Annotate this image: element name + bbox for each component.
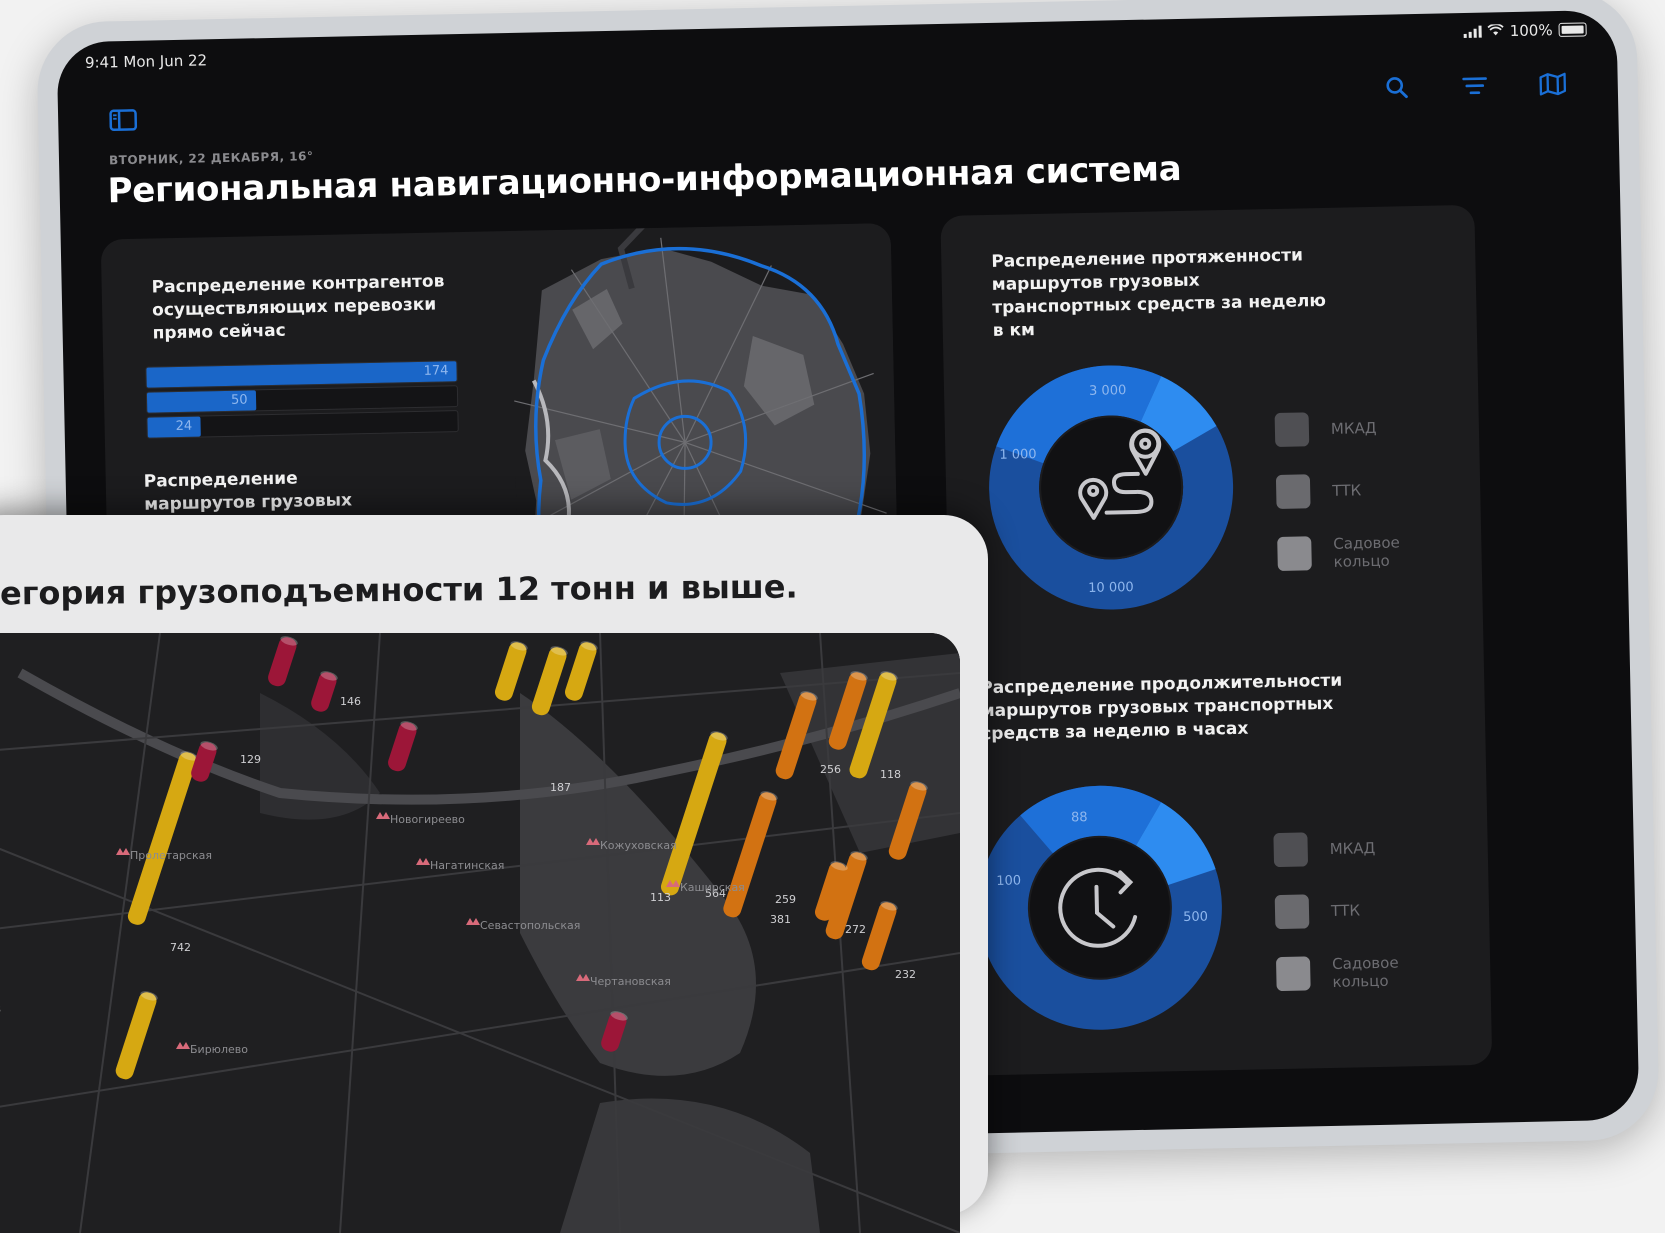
map-icon[interactable]: [1537, 69, 1568, 100]
length-donut-svg: 3 000 1 000 10 000: [984, 360, 1239, 615]
map-place-label: Чертановская: [590, 975, 671, 988]
donut-label: 100: [996, 873, 1021, 889]
legend-label: ТТК: [1331, 900, 1421, 920]
bar-value: 24: [175, 419, 192, 434]
map-place-label: Бирюлево: [190, 1043, 248, 1056]
bar-value: 174: [424, 363, 449, 379]
filter-icon[interactable]: [1459, 70, 1490, 101]
legend-swatch: [1275, 412, 1310, 447]
legend-swatch: [1276, 474, 1311, 509]
length-donut-chart[interactable]: 3 000 1 000 10 000: [984, 360, 1239, 619]
legend-item[interactable]: МКАД: [1274, 396, 1421, 461]
bar-fill: [146, 361, 456, 387]
card-routes-stats: Распределение протяженности маршрутов гр…: [940, 205, 1492, 1076]
map-number-label: 232: [895, 968, 916, 981]
map-place-label: Севастопольская: [480, 919, 580, 932]
date-label: ВТОРНИК, 22 ДЕКАБРЯ, 16°: [109, 149, 314, 167]
bar-value: 50: [231, 393, 248, 408]
duration-donut-svg: 88 100 500: [972, 780, 1227, 1035]
contractors-title: Распределение контрагентов осуществляющи…: [151, 270, 452, 345]
signal-icon: [1464, 26, 1482, 38]
donut-label: 10 000: [1088, 580, 1134, 596]
duration-chart-title: Распределение продолжительности маршруто…: [980, 669, 1361, 746]
legend-item[interactable]: ТТК: [1276, 458, 1423, 523]
map-place-label: Пролетарская: [130, 849, 212, 862]
map-number-label: 129: [240, 753, 261, 766]
overlay-card: егория грузоподъемности 12 тонн и выше. …: [0, 515, 988, 1215]
status-bar: 9:41 Mon Jun 22 100%: [85, 20, 1587, 73]
wifi-icon: [1488, 22, 1504, 40]
bar-row: 174: [145, 360, 457, 389]
legend-swatch: [1275, 894, 1310, 929]
map-place-label: Новогиреево: [390, 813, 465, 826]
map-number-label: 381: [770, 913, 791, 926]
duration-donut-chart[interactable]: 88 100 500: [972, 780, 1227, 1039]
bar-row: 50: [146, 385, 458, 414]
map-number-label: 118: [880, 768, 901, 781]
map-number-label: 742: [170, 941, 191, 954]
map-place-label: Кожуховская: [600, 839, 677, 852]
legend-item[interactable]: ТТК: [1274, 878, 1421, 943]
donut-label: 500: [1183, 910, 1208, 926]
legend-label: Садовое кольцо: [1332, 953, 1423, 991]
map-number-label: 298: [0, 1003, 1, 1016]
status-indicators: 100%: [1464, 20, 1587, 41]
map-number-label: 259: [775, 893, 796, 906]
legend-item[interactable]: МКАД: [1273, 816, 1420, 881]
bar-fill: [147, 417, 200, 438]
battery-icon: [1558, 22, 1586, 37]
legend-label: Садовое кольцо: [1333, 533, 1424, 571]
status-time: 9:41 Mon Jun 22: [85, 51, 207, 72]
length-chart-title: Распределение протяженности маршрутов гр…: [991, 244, 1333, 343]
legend-swatch: [1276, 956, 1311, 991]
toolbar: [1381, 69, 1568, 103]
legend-swatch: [1273, 832, 1308, 867]
legend-item[interactable]: Садовое кольцо: [1276, 940, 1423, 1005]
length-legend: МКАД ТТК Садовое кольцо: [1274, 396, 1424, 585]
overlay-caption: егория грузоподъемности 12 тонн и выше.: [0, 568, 798, 613]
legend-label: МКАД: [1330, 838, 1420, 858]
donut-label: 1 000: [999, 447, 1037, 463]
map-number-label: 256: [820, 763, 841, 776]
battery-percent: 100%: [1510, 21, 1553, 40]
bar-row: 24: [146, 410, 458, 439]
legend-item[interactable]: Садовое кольцо: [1277, 520, 1424, 585]
map-number-label: 187: [550, 781, 571, 794]
sidebar-icon[interactable]: [108, 105, 139, 136]
donut-label: 88: [1071, 810, 1088, 825]
donut-label: 3 000: [1089, 383, 1127, 399]
map-3d[interactable]: 742298113564259381272232129256118146187Н…: [0, 633, 960, 1233]
map-3d-svg: 742298113564259381272232129256118146187Н…: [0, 633, 960, 1233]
legend-label: МКАД: [1331, 418, 1421, 438]
legend-label: ТТК: [1332, 480, 1422, 500]
search-icon[interactable]: [1381, 72, 1412, 103]
map-place-label: Нагатинская: [430, 859, 504, 872]
map-place-label: Каширская: [680, 881, 745, 894]
map-number-label: 113: [650, 891, 671, 904]
map-number-label: 272: [845, 923, 866, 936]
duration-legend: МКАД ТТК Садовое кольцо: [1273, 816, 1423, 1005]
legend-swatch: [1277, 536, 1312, 571]
map-number-label: 146: [340, 695, 361, 708]
